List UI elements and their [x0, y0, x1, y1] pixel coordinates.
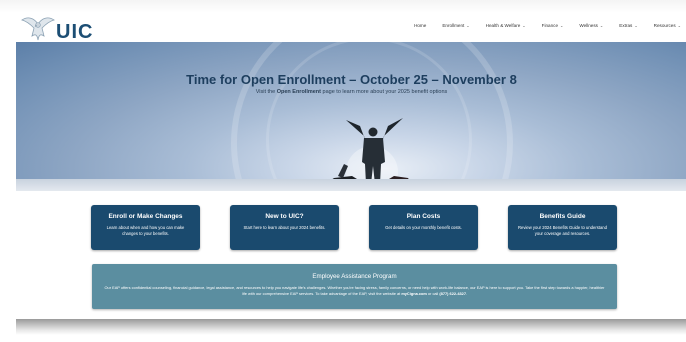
chevron-down-icon: ⌄ [677, 23, 681, 28]
nav-finance[interactable]: Finance ⌄ [542, 23, 564, 28]
eagle-logo-icon [21, 17, 55, 41]
nav-resources-label: Resources [653, 23, 676, 28]
chevron-down-icon: ⌄ [634, 23, 638, 28]
nav-health-welfare-label: Health & Welfare [485, 23, 521, 28]
card-enroll-or-make-changes[interactable]: Enroll or Make Changes Learn about when … [91, 205, 200, 250]
eap-panel: Employee Assistance Program Our EAP offe… [92, 264, 617, 309]
hero-banner: Time for Open Enrollment – October 25 – … [16, 42, 686, 191]
hero-subtitle: Visit the Open Enrollment page to learn … [16, 89, 686, 95]
card-title: Benefits Guide [539, 213, 586, 220]
logo-text: UIC [56, 21, 94, 43]
nav-health-welfare[interactable]: Health & Welfare ⌄ [486, 23, 526, 28]
card-description: Review your 2024 Benefits Guide to under… [518, 225, 607, 236]
card-title: New to UIC? [265, 213, 304, 220]
eap-phone-link[interactable]: (877) 622-4327 [439, 291, 466, 296]
card-title: Enroll or Make Changes [108, 213, 183, 220]
eap-title: Employee Assistance Program [312, 273, 397, 280]
eap-desc-prefix: Our EAP offers confidential counseling, … [104, 285, 605, 296]
hero-person-image [318, 118, 412, 191]
hero-subtitle-suffix: page to learn more about your 2025 benef… [321, 89, 448, 95]
card-benefits-guide[interactable]: Benefits Guide Review your 2024 Benefits… [508, 205, 617, 250]
page: UIC Home Enrollment ⌄ Health & Welfare ⌄ F… [16, 13, 686, 319]
eap-website-link[interactable]: myCigna.com [401, 291, 427, 296]
main-nav: Home Enrollment ⌄ Health & Welfare ⌄ Finan… [398, 23, 681, 28]
chevron-down-icon: ⌄ [522, 23, 526, 28]
nav-enrollment[interactable]: Enrollment ⌄ [442, 23, 469, 28]
nav-wellness-label: Wellness [579, 23, 598, 28]
card-title: Plan Costs [406, 213, 441, 220]
eap-description: Our EAP offers confidential counseling, … [102, 285, 607, 297]
nav-extras-label: Extras [619, 23, 633, 28]
open-enrollment-link[interactable]: Open Enrollment [277, 89, 321, 95]
site-header: UIC Home Enrollment ⌄ Health & Welfare ⌄ F… [16, 13, 686, 43]
hero-title: Time for Open Enrollment – October 25 – … [186, 72, 517, 87]
page-bottom-shadow [16, 319, 686, 335]
nav-extras[interactable]: Extras ⌄ [619, 23, 637, 28]
site-logo[interactable]: UIC [20, 14, 110, 43]
ice-ground [16, 179, 686, 191]
nav-home-label: Home [414, 23, 427, 28]
nav-wellness[interactable]: Wellness ⌄ [579, 23, 603, 28]
eap-desc-suffix: . [465, 291, 468, 296]
hero-subtitle-prefix: Visit the [255, 89, 277, 95]
card-new-to-uic[interactable]: New to UIC? Start here to learn about yo… [230, 205, 339, 250]
nav-finance-label: Finance [541, 23, 558, 28]
chevron-down-icon: ⌄ [560, 23, 564, 28]
eap-desc-middle: or call [426, 291, 440, 296]
chevron-down-icon: ⌄ [466, 23, 470, 28]
card-description: Start here to learn about your 2024 bene… [243, 225, 326, 230]
nav-home[interactable]: Home [414, 23, 426, 28]
card-plan-costs[interactable]: Plan Costs Get details on your monthly b… [369, 205, 478, 250]
top-shadow [0, 0, 686, 13]
card-description: Learn about when and how you can make ch… [106, 225, 185, 236]
card-description: Get details on your monthly benefit cost… [385, 225, 462, 230]
chevron-down-icon: ⌄ [599, 23, 604, 28]
nav-resources[interactable]: Resources ⌄ [654, 23, 681, 28]
nav-enrollment-label: Enrollment [442, 23, 465, 28]
